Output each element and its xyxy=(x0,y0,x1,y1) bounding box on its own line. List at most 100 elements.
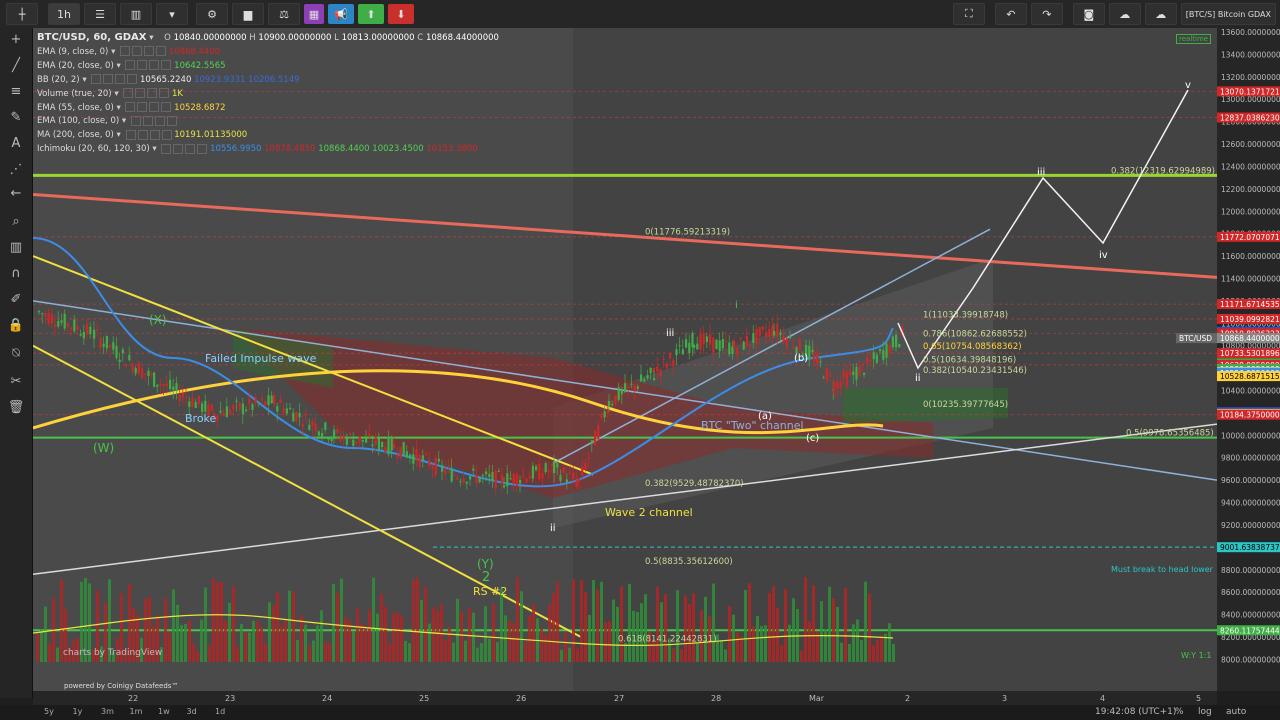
candle-body xyxy=(879,348,882,352)
bar-style-icon[interactable]: ▥ xyxy=(120,3,152,25)
range-1d[interactable]: 1d xyxy=(215,707,225,716)
candle-body xyxy=(755,328,758,345)
annotation-label: (W) xyxy=(93,441,114,455)
zoom-icon[interactable]: ⌕ xyxy=(6,214,26,232)
candle-body xyxy=(131,363,134,372)
alert-icon[interactable]: ⬆ xyxy=(358,4,384,24)
candle-body xyxy=(418,454,421,468)
candle-body xyxy=(405,451,408,458)
snapshot-icon[interactable]: ◙ xyxy=(1072,3,1105,25)
candle-body xyxy=(584,462,587,470)
candle-body xyxy=(792,346,795,349)
compare-icon[interactable]: ⚖ xyxy=(268,3,300,25)
legend-row[interactable]: EMA (20, close, 0) ▾ 10642.5565 xyxy=(37,60,499,74)
redo-icon[interactable]: ↷ xyxy=(1030,3,1063,25)
legend-row[interactable]: EMA (9, close, 0) ▾ 10868.4400 xyxy=(37,46,499,60)
magnet-icon[interactable]: ∩ xyxy=(6,266,26,284)
range-1w[interactable]: 1w xyxy=(158,707,170,716)
symbol-search-input[interactable]: [BTC/S] Bitcoin GDAX xyxy=(1180,3,1276,25)
symbol-title[interactable]: BTC/USD, 60, GDAX xyxy=(37,32,147,43)
arrow-icon[interactable]: ← xyxy=(6,186,26,204)
candle-body xyxy=(76,325,79,330)
volume-bar xyxy=(584,592,587,662)
legend-row[interactable]: Volume (true, 20) ▾ 1K xyxy=(37,88,499,102)
range-5y[interactable]: 5y xyxy=(44,707,54,716)
candle-body xyxy=(270,395,273,404)
log-toggle[interactable]: log xyxy=(1198,707,1212,717)
time-tick-label: 26 xyxy=(516,694,526,703)
candle-body xyxy=(691,333,694,348)
settings-icon[interactable]: ⚙ xyxy=(196,3,228,25)
legend-row[interactable]: Ichimoku (20, 60, 120, 30) ▾ 10556.9950 … xyxy=(37,143,499,157)
brush2-icon[interactable]: ✐ xyxy=(6,292,26,310)
trendline-icon[interactable]: ╱ xyxy=(6,58,26,76)
candle-body xyxy=(497,470,500,472)
volume-bar xyxy=(848,643,851,662)
candle-body xyxy=(159,383,162,386)
price-tick-label: 10400.00000000 xyxy=(1221,387,1280,396)
volume-bar xyxy=(564,632,567,662)
volume-bar xyxy=(804,577,807,662)
fib-label: 0(10235.39777645) xyxy=(923,400,1008,410)
candle-body xyxy=(745,336,748,347)
candle-body xyxy=(649,367,652,374)
remove-icon[interactable]: ✂ xyxy=(6,374,26,392)
volume-bar xyxy=(508,620,511,662)
crosshair-icon[interactable]: ┼ xyxy=(6,3,38,25)
legend-row[interactable]: EMA (100, close, 0) ▾ xyxy=(37,115,499,129)
undo-icon[interactable]: ↶ xyxy=(994,3,1027,25)
volume-bar xyxy=(852,624,855,662)
publish-icon[interactable]: 📢 xyxy=(328,4,354,24)
brush-icon[interactable]: ✎ xyxy=(6,110,26,128)
candle-body xyxy=(456,477,459,480)
volume-bar xyxy=(228,602,231,662)
hide-icon[interactable]: ⍉ xyxy=(6,346,26,364)
cloud-save-icon[interactable]: ☁ xyxy=(1144,3,1177,25)
volume-bar xyxy=(704,596,707,662)
fib-icon[interactable]: ≡ xyxy=(6,84,26,102)
volume-bar xyxy=(736,632,739,662)
fib-label: 0.382(9529.48782370) xyxy=(645,479,744,489)
fullscreen-icon[interactable]: ⛶ xyxy=(952,3,985,25)
trash-icon[interactable]: 🗑 xyxy=(6,400,26,418)
legend-row[interactable]: EMA (55, close, 0) ▾ 10528.6872 xyxy=(37,102,499,116)
legend-row[interactable]: MA (200, close, 0) ▾ 10191.01135000 xyxy=(37,129,499,143)
templates-icon[interactable]: ▦ xyxy=(304,4,324,24)
candle-body xyxy=(415,448,418,461)
price-axis[interactable]: 8000.00000000 8200.00000000 8400.00000000 8… xyxy=(1217,28,1280,691)
interval-dropdown-icon[interactable]: ▾ xyxy=(156,3,188,25)
interval-button[interactable]: 1h xyxy=(48,3,80,25)
price-label-text: 13070.13717217 xyxy=(1220,87,1280,96)
price-label: 10184.37500000 xyxy=(1217,409,1280,420)
candle-body xyxy=(295,412,298,422)
volume-bar xyxy=(604,622,607,662)
range-3m[interactable]: 3m xyxy=(101,707,114,716)
measure-icon[interactable]: ▥ xyxy=(6,240,26,258)
indicators-icon[interactable]: ▆ xyxy=(232,3,264,25)
candle-body xyxy=(653,378,656,381)
candle-body xyxy=(330,437,333,441)
volume-bar xyxy=(688,603,691,662)
time-axis[interactable]: 22 23 24 25 26 27 28 Mar 2 3 4 5 xyxy=(33,691,1217,705)
volume-bar xyxy=(752,626,755,662)
cloud-load-icon[interactable]: ☁ xyxy=(1108,3,1141,25)
price-label-text: 8260.11757444 xyxy=(1220,626,1280,635)
auto-toggle[interactable]: auto xyxy=(1226,707,1246,717)
text-icon[interactable]: A xyxy=(6,136,26,154)
percent-toggle[interactable]: % xyxy=(1175,707,1184,717)
range-3d[interactable]: 3d xyxy=(187,707,197,716)
volume-bar xyxy=(744,590,747,662)
lock-icon[interactable]: 🔒 xyxy=(6,318,26,336)
stop-icon[interactable]: ⬇ xyxy=(388,4,414,24)
candle-body xyxy=(849,370,852,376)
volume-bar xyxy=(204,587,207,662)
menu-icon[interactable]: ☰ xyxy=(84,3,116,25)
candle-body xyxy=(257,403,260,405)
legend-row[interactable]: BB (20, 2) ▾ 10565.2240 10923.9331 10206… xyxy=(37,74,499,88)
range-1m[interactable]: 1m xyxy=(130,707,143,716)
candle-body xyxy=(289,407,292,410)
volume-bar xyxy=(428,623,431,662)
range-1y[interactable]: 1y xyxy=(73,707,83,716)
crosshair-icon[interactable]: + xyxy=(6,32,26,50)
pattern-icon[interactable]: ⋰ xyxy=(6,162,26,180)
